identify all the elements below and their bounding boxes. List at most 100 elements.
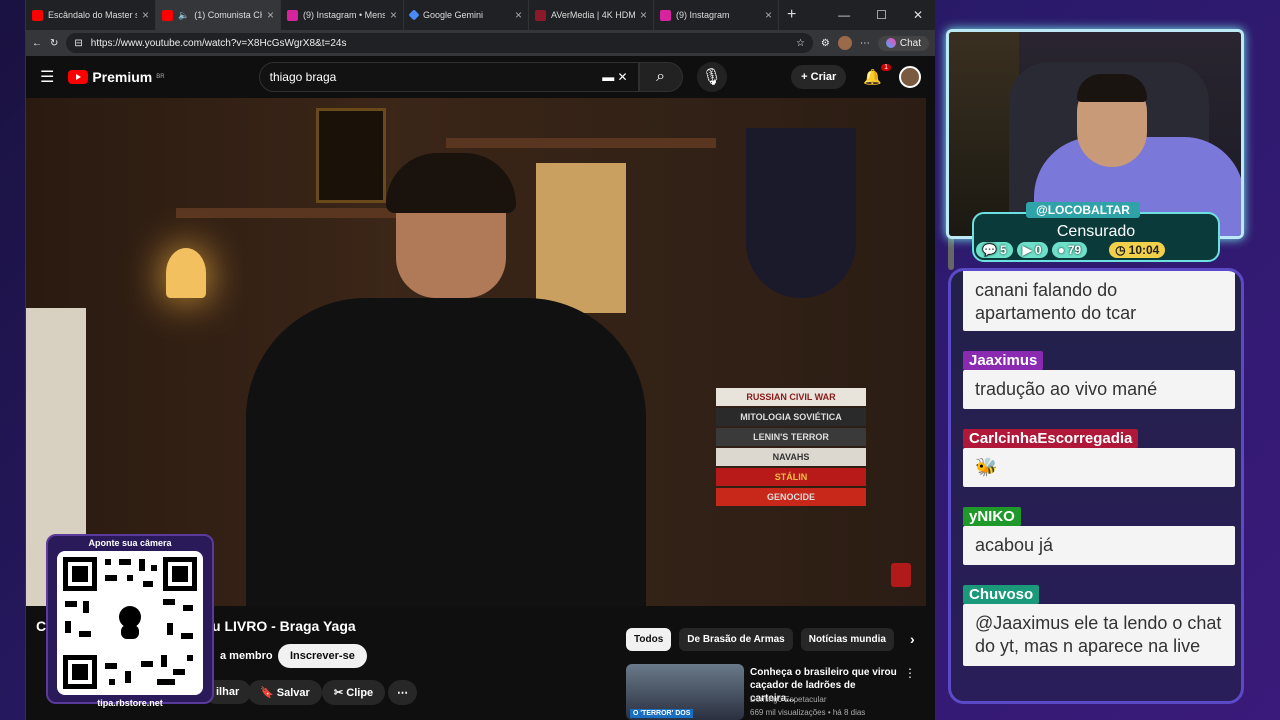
streamer-handle: @LOCOBALTAR	[1026, 202, 1140, 218]
subscribe-button[interactable]: Inscrever-se	[278, 644, 367, 668]
chat-username: Jaaximus	[963, 351, 1044, 370]
create-button[interactable]: + Criar	[791, 65, 847, 89]
chat-message: yNIKO acabou já	[963, 507, 1235, 565]
instagram-icon	[287, 9, 298, 21]
clock-icon: ◷	[1115, 243, 1126, 257]
chat-message-text: 🐝	[963, 448, 1235, 487]
extensions-icon[interactable]: ⚙	[821, 38, 830, 49]
bookmark-icon: 🔖	[260, 687, 274, 699]
star-icon[interactable]: ☆	[796, 38, 805, 49]
stat-chat: 💬 5	[976, 242, 1013, 258]
close-tab-icon[interactable]: ×	[515, 8, 522, 22]
bell-icon: 🔔	[863, 69, 882, 86]
chat-message: Chuvoso @Jaaximus ele ta lendo o chat do…	[963, 585, 1235, 666]
close-tab-icon[interactable]: ×	[142, 8, 149, 22]
join-button[interactable]: a membro	[208, 644, 285, 668]
youtube-header: ☰ Premium BR thiago braga ▬ ✕ ⌕ 🎙 + Cria…	[26, 56, 935, 98]
stat-time: ◷ 10:04	[1109, 242, 1166, 258]
chat-message-text: canani falando do apartamento do tcar	[963, 271, 1235, 331]
chat-message: CarlcinhaEscorregadia 🐝	[963, 429, 1235, 487]
site-info-icon[interactable]: ⊟	[74, 38, 82, 49]
tab-gemini[interactable]: Google Gemini ×	[404, 0, 529, 30]
search-button[interactable]: ⌕	[638, 62, 683, 92]
more-options-icon[interactable]: ⋮	[904, 666, 916, 680]
chat-username: yNIKO	[963, 507, 1021, 526]
clear-search-icon[interactable]: ▬ ✕	[602, 70, 627, 84]
shelf	[446, 138, 716, 148]
video-player[interactable]: RUSSIAN CIVIL WAR MITOLOGIA SOVIÉTICA LE…	[26, 98, 926, 606]
chevron-right-icon[interactable]: ›	[902, 628, 923, 651]
reload-icon[interactable]: ↻	[50, 38, 58, 49]
kick-icon: ●	[1057, 243, 1065, 257]
video-thumbnail[interactable]: O 'TERROR' DOS	[626, 664, 744, 720]
youtube-logo[interactable]: Premium BR	[68, 69, 165, 85]
recommended-channel[interactable]: Domingo Espetacular	[750, 695, 826, 704]
youtube-icon	[162, 9, 173, 21]
search-icon: ⌕	[656, 68, 666, 85]
tab-instagram[interactable]: (9) Instagram ×	[654, 0, 779, 30]
close-window-button[interactable]: ✕	[913, 8, 923, 22]
chat-message-text: @Jaaximus ele ta lendo o chat do yt, mas…	[963, 604, 1235, 666]
menu-icon[interactable]: ⋯	[860, 38, 870, 49]
lamp	[166, 248, 206, 298]
live-chat-overlay: canani falando do apartamento do tcar Ja…	[948, 268, 1244, 704]
chip-noticias[interactable]: Notícias mundia	[800, 628, 894, 651]
instagram-icon	[660, 9, 671, 21]
url-text: https://www.youtube.com/watch?v=X8HcGsWg…	[90, 37, 347, 49]
tab-escandalo[interactable]: Escândalo do Master s ×	[26, 0, 156, 30]
notifications-button[interactable]: 🔔 1	[860, 64, 891, 86]
avermedia-icon	[535, 9, 546, 21]
youtube-icon: ▶	[1022, 243, 1032, 257]
coat-of-arms	[746, 128, 856, 298]
save-button[interactable]: 🔖 Salvar	[248, 680, 322, 705]
recommended-meta: 669 mil visualizações • há 8 dias	[750, 708, 866, 717]
address-bar[interactable]: ⊟ https://www.youtube.com/watch?v=X8HcGs…	[66, 33, 813, 53]
book-stack: RUSSIAN CIVIL WAR MITOLOGIA SOVIÉTICA LE…	[716, 388, 866, 508]
gemini-icon	[408, 9, 420, 21]
video-title-left: C	[36, 618, 47, 634]
presenter	[226, 153, 666, 606]
channel-watermark[interactable]	[891, 563, 911, 587]
clip-button[interactable]: ✂ Clipe	[322, 680, 386, 705]
minimize-button[interactable]: —	[838, 8, 850, 22]
close-tab-icon[interactable]: ×	[267, 8, 274, 22]
stat-youtube: ▶ 0	[1016, 242, 1048, 258]
close-tab-icon[interactable]: ×	[640, 8, 647, 22]
account-avatar[interactable]	[899, 66, 921, 88]
copilot-icon	[885, 38, 896, 48]
address-bar-row: ← ↻ ⊟ https://www.youtube.com/watch?v=X8…	[26, 30, 935, 56]
stream-stats: 💬 5 ▶ 0 ● 79 ◷ 10:04	[976, 242, 1166, 258]
hamburger-icon[interactable]: ☰	[40, 67, 54, 87]
speaker-icon: 🔈	[178, 9, 190, 20]
tab-avermedia[interactable]: AVerMedia | 4K HDMI ×	[529, 0, 654, 30]
chip-brasao[interactable]: De Brasão de Armas	[679, 628, 793, 651]
new-tab-button[interactable]: +	[779, 6, 804, 24]
chip-todos[interactable]: Todos	[626, 628, 672, 651]
qr-label: Aponte sua câmera	[88, 538, 172, 548]
stream-status: Censurado	[1056, 223, 1136, 240]
chat-message-text: acabou já	[963, 526, 1235, 565]
voice-search-button[interactable]: 🎙	[696, 62, 727, 92]
tab-instagram-msg[interactable]: (9) Instagram • Mensa ×	[281, 0, 404, 30]
notification-count: 1	[881, 64, 891, 71]
more-actions-button[interactable]: ⋯	[388, 680, 417, 705]
chat-message: Jaaximus tradução ao vivo mané	[963, 351, 1235, 409]
chat-message: canani falando do apartamento do tcar	[963, 271, 1235, 331]
profile-icon[interactable]	[837, 36, 852, 50]
copilot-chat-button[interactable]: Chat	[877, 35, 929, 51]
mic-icon: 🎙	[701, 69, 722, 86]
scissors-icon: ✂	[334, 687, 344, 699]
search-input[interactable]: thiago braga ▬ ✕	[258, 62, 639, 92]
recommended-video[interactable]: O 'TERROR' DOS Conheça o brasileiro que …	[626, 664, 916, 720]
filter-chips: Todos De Brasão de Armas Notícias mundia…	[626, 628, 923, 651]
chat-icon: 💬	[982, 243, 997, 257]
tab-bar: Escândalo do Master s × 🔈 (1) Comunista …	[26, 0, 935, 30]
back-icon[interactable]: ←	[32, 38, 42, 49]
chat-message-text: tradução ao vivo mané	[963, 370, 1235, 409]
stat-other: ● 79	[1051, 242, 1088, 258]
close-tab-icon[interactable]: ×	[765, 8, 772, 22]
close-tab-icon[interactable]: ×	[390, 8, 397, 22]
maximize-button[interactable]: ☐	[876, 8, 887, 22]
youtube-play-icon	[68, 70, 89, 84]
tab-comunista[interactable]: 🔈 (1) Comunista CH ×	[156, 0, 281, 30]
